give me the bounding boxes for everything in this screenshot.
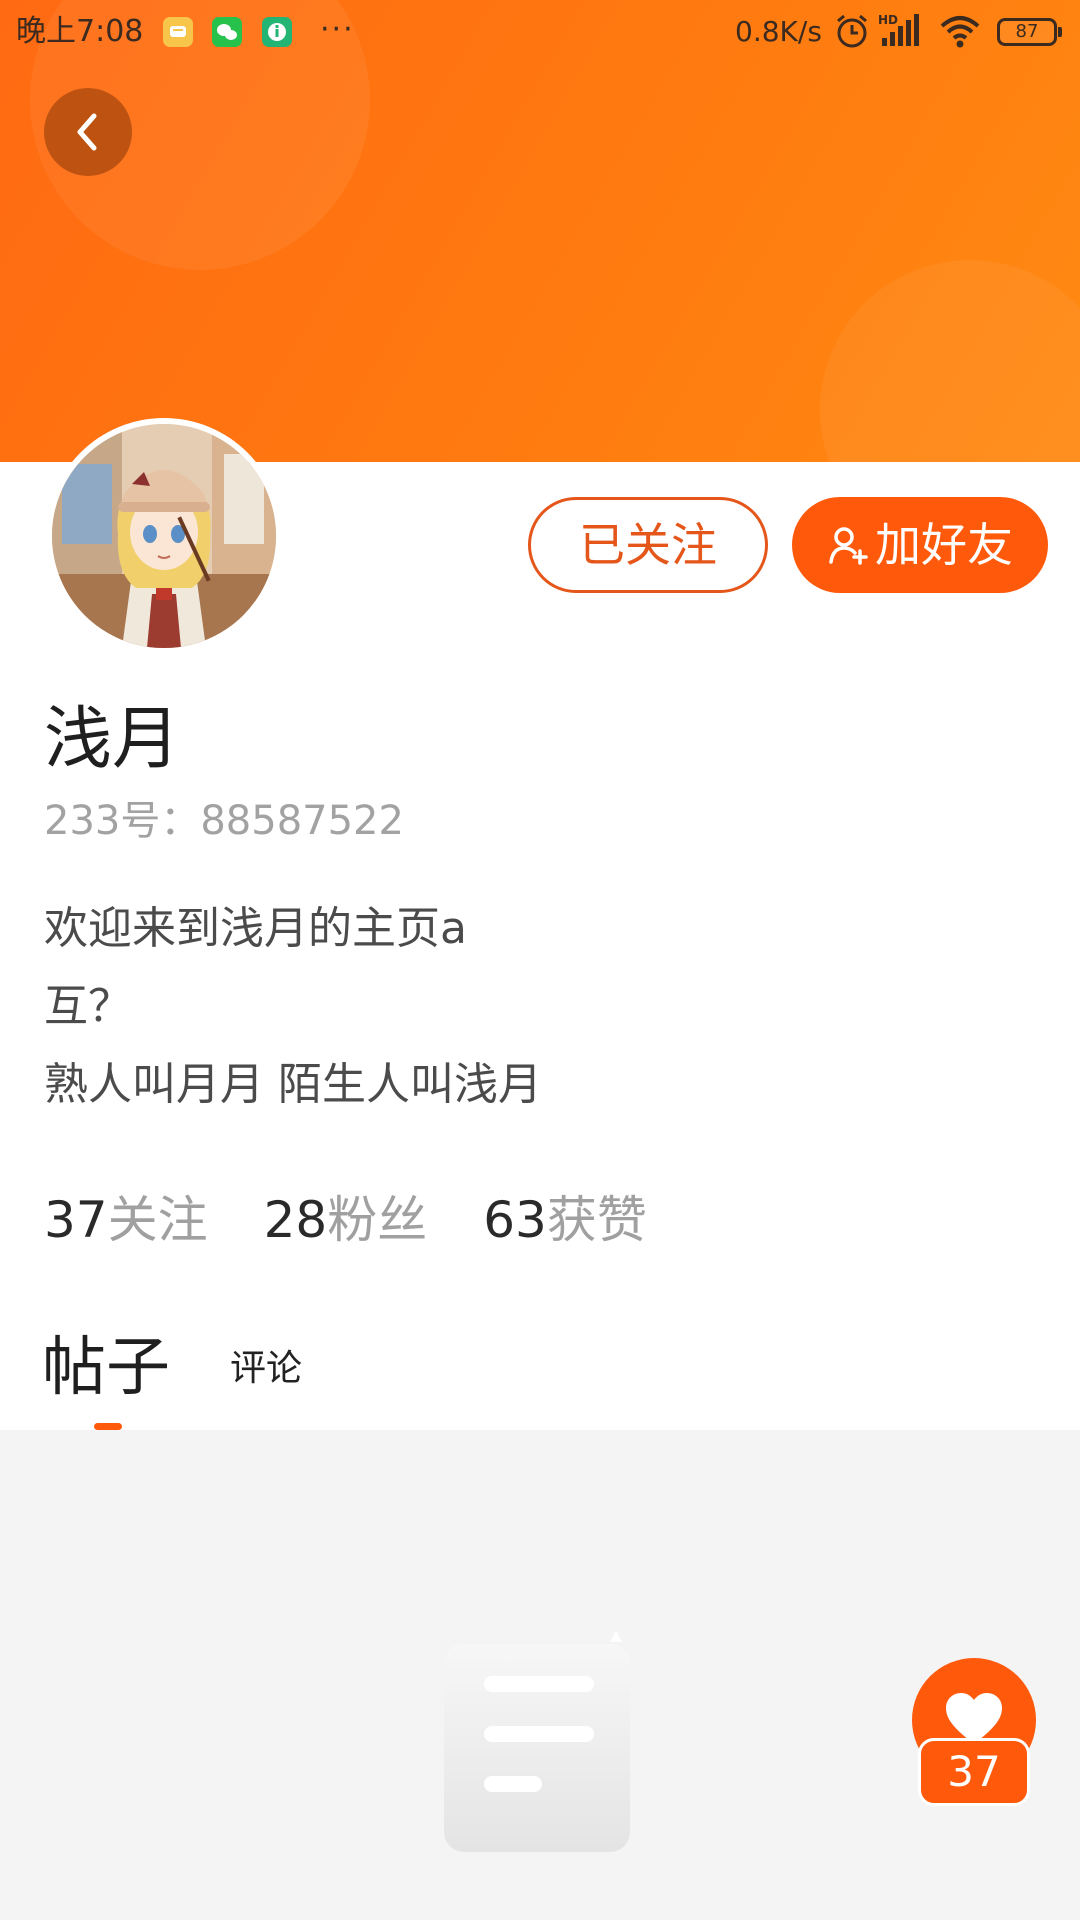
- banner-decoration: [820, 260, 1080, 462]
- hd-signal-icon: HD: [878, 12, 922, 54]
- bio-line: 熟人叫月月 陌生人叫浅月: [44, 1059, 542, 1110]
- add-person-icon: [829, 527, 868, 565]
- info-app-icon: [262, 17, 292, 47]
- messages-app-icon: [163, 17, 193, 47]
- user-id: 233号：88587522: [44, 798, 404, 844]
- status-time: 晚上7:08: [16, 14, 144, 49]
- back-button[interactable]: [44, 88, 132, 176]
- status-bar: 晚上7:08 ··· 0.8K/s HD 87: [0, 0, 1080, 64]
- bio: 欢迎来到浅月的主页a 互？ 熟人叫月月 陌生人叫浅月: [44, 890, 542, 1124]
- followers-stat[interactable]: 28粉丝: [264, 1188, 428, 1252]
- alarm-icon: [834, 12, 870, 54]
- following-stat[interactable]: 37关注: [44, 1188, 208, 1252]
- add-friend-button[interactable]: 加好友: [792, 497, 1048, 593]
- avatar[interactable]: [46, 418, 282, 654]
- bio-line: 欢迎来到浅月的主页a: [44, 903, 467, 954]
- followers-count: 28: [263, 1191, 328, 1249]
- username: 浅月: [44, 700, 181, 779]
- active-tab-indicator: [94, 1423, 122, 1430]
- chevron-left-icon: [77, 113, 97, 151]
- following-count: 37: [44, 1191, 108, 1249]
- anime-girl-avatar: [52, 424, 276, 648]
- followed-button[interactable]: 已关注: [528, 497, 768, 593]
- bio-line: 互？: [44, 981, 132, 1032]
- like-count-badge: 37: [918, 1738, 1030, 1806]
- likes-label: 获赞: [546, 1191, 647, 1249]
- likes-count: 63: [483, 1191, 547, 1249]
- svg-text:HD: HD: [878, 13, 898, 27]
- likes-stat[interactable]: 63获赞: [483, 1188, 647, 1252]
- profile-stats: 37关注 28粉丝 63获赞: [44, 1188, 647, 1252]
- status-more: ···: [320, 12, 355, 47]
- followers-label: 粉丝: [327, 1191, 428, 1249]
- wifi-icon: [938, 12, 982, 54]
- empty-document-icon: [412, 1628, 634, 1854]
- tab-comments[interactable]: 评论: [230, 1346, 302, 1392]
- battery-icon: 87: [997, 18, 1062, 46]
- profile-header-banner: [0, 0, 1080, 462]
- network-speed: 0.8K/s: [735, 15, 822, 48]
- add-friend-label: 加好友: [875, 518, 1013, 572]
- following-label: 关注: [107, 1191, 208, 1249]
- wechat-app-icon: [212, 17, 242, 47]
- tab-posts[interactable]: 帖子: [42, 1330, 170, 1406]
